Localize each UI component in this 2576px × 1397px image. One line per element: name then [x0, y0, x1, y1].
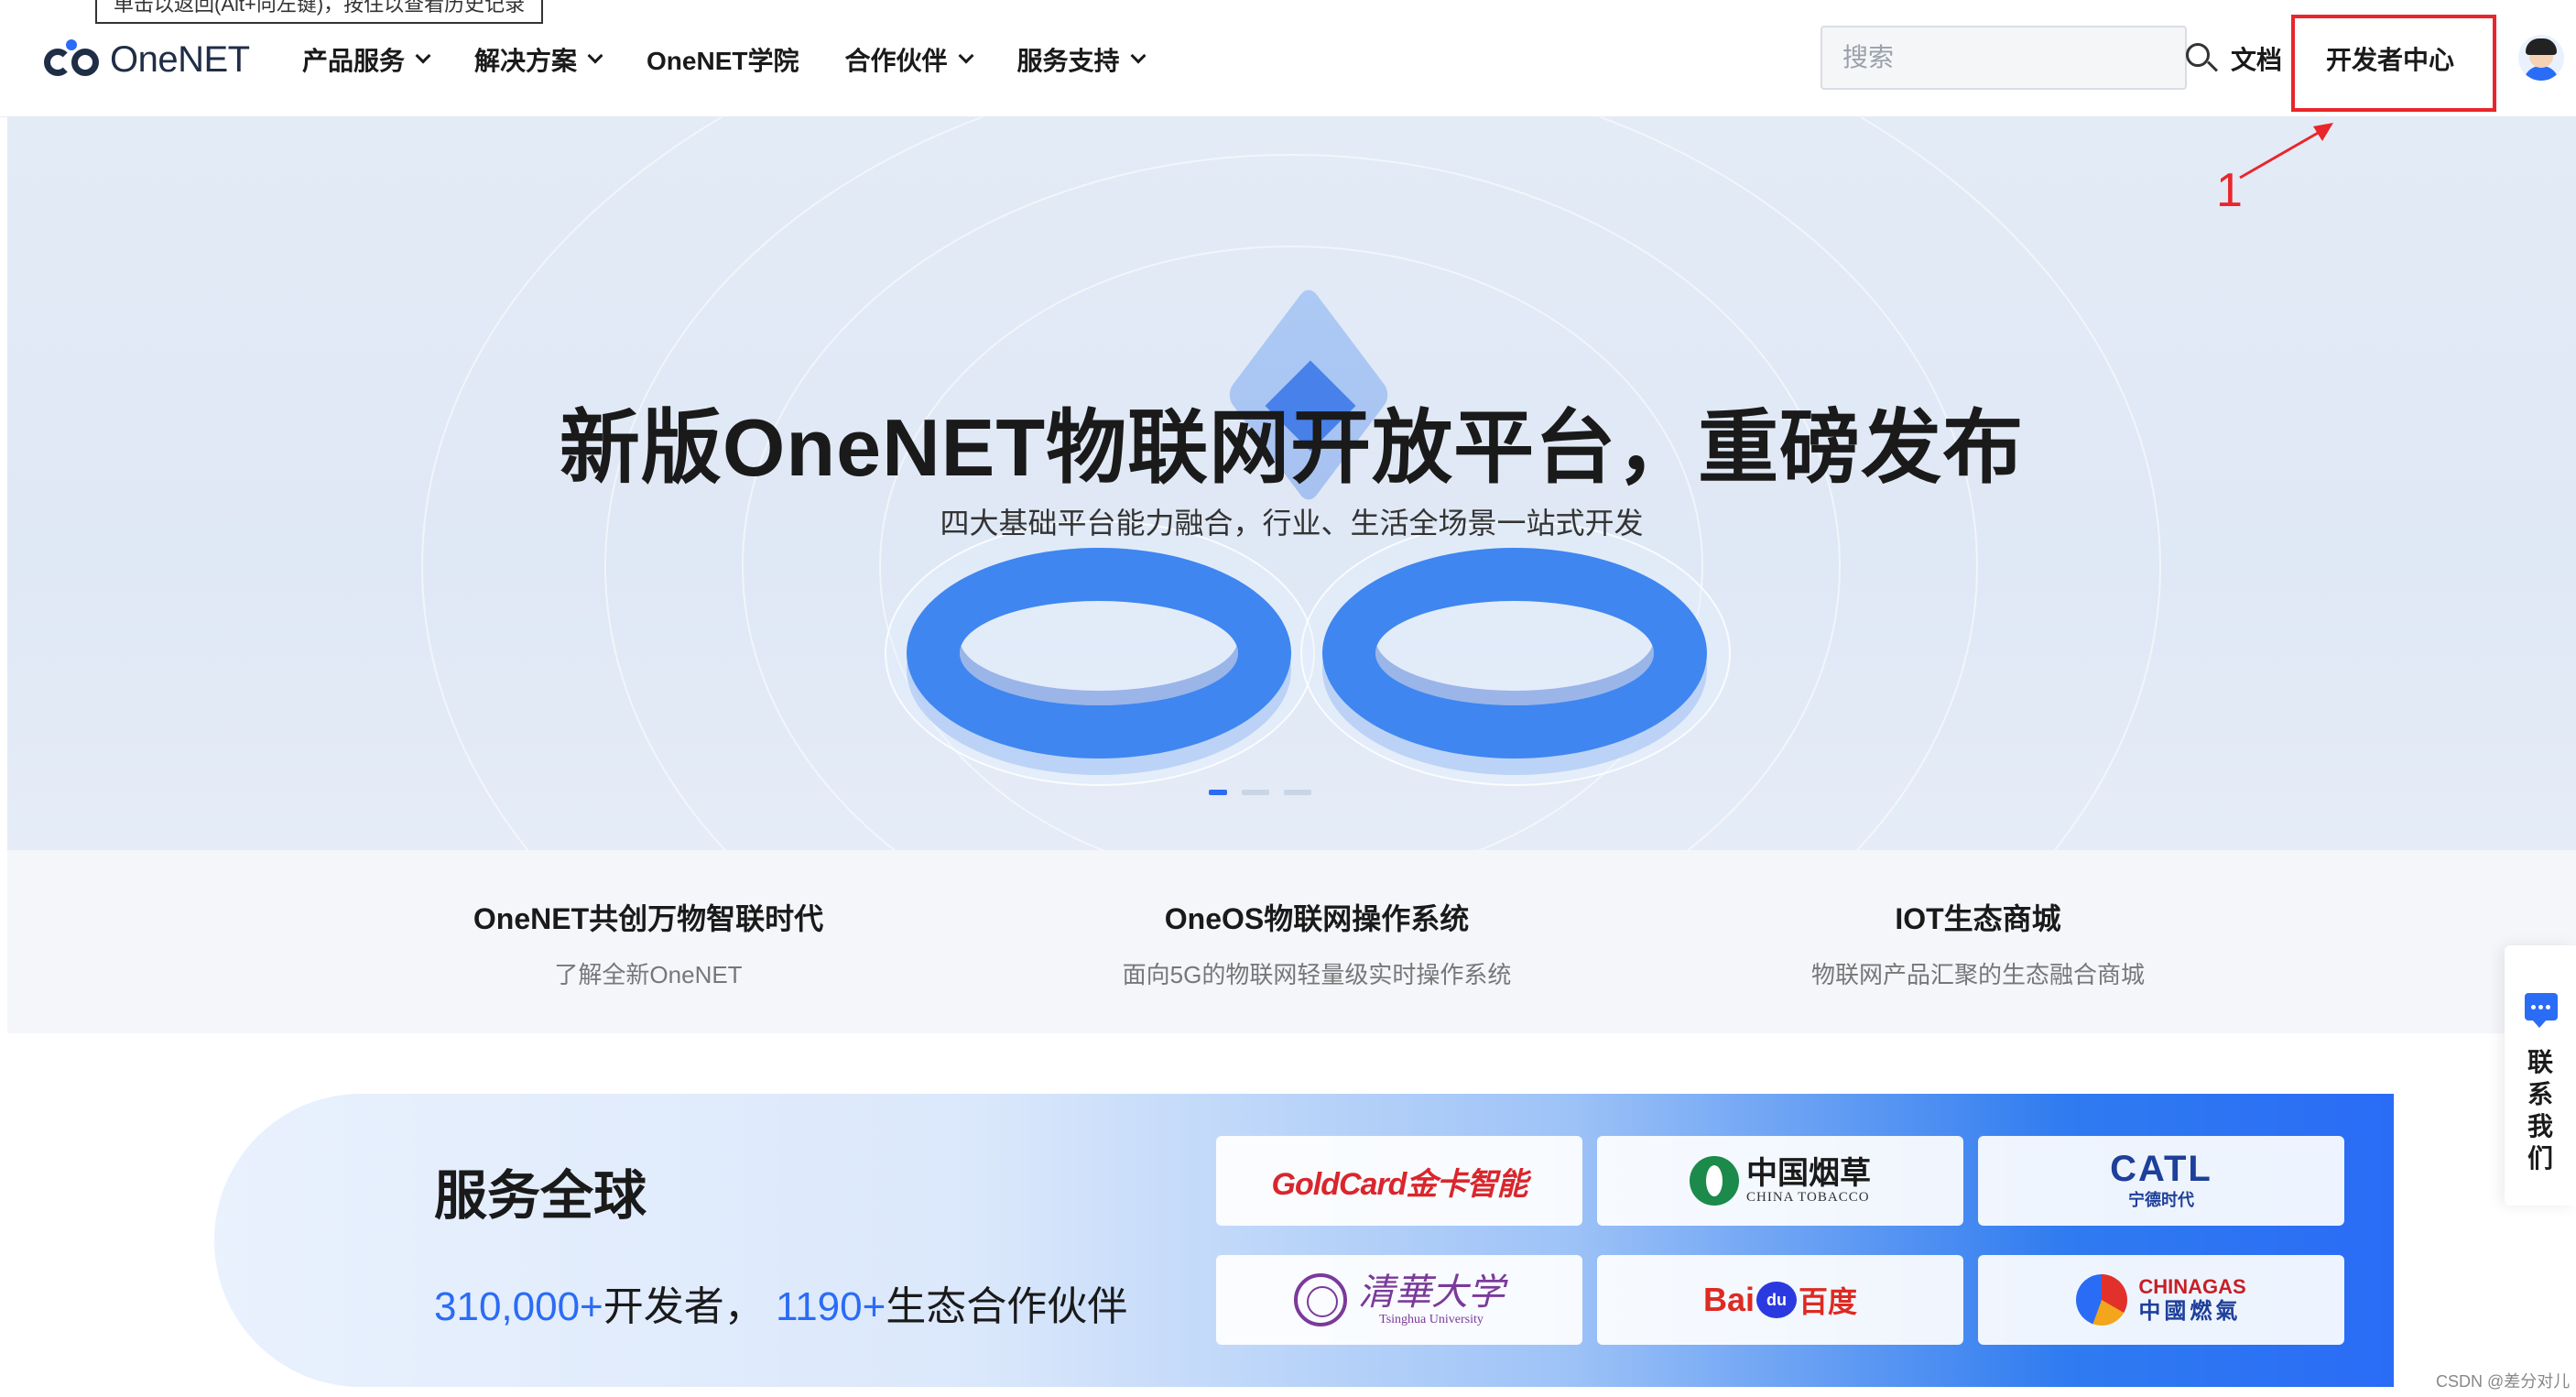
baidu-du: du [1766, 1290, 1787, 1309]
chat-icon [2525, 993, 2558, 1028]
partner-logo-goldcard: GoldCard金卡智能 [1216, 1136, 1582, 1226]
global-title: 服务全球 [434, 1166, 647, 1226]
nav-item-label: 合作伙伴 [844, 47, 948, 75]
nav-item-label: 产品服务 [302, 47, 406, 75]
partner-logo-chinagas: CHINAGAS 中國燃氣 [1978, 1255, 2344, 1345]
nav-item-solutions[interactable]: 解决方案 [474, 41, 603, 78]
hero-title: 新版OneNET物联网开放平台，重磅发布 [559, 402, 2025, 493]
partner-logo-catl: CATL 宁德时代 [1978, 1136, 2344, 1226]
onenet-logo-icon [42, 39, 106, 78]
carousel-dot-3[interactable] [1284, 790, 1311, 795]
nav-item-partners[interactable]: 合作伙伴 [844, 41, 974, 78]
partner-count: 1190+ [775, 1284, 886, 1329]
global-stats: 310,000+开发者， 1190+生态合作伙伴 [434, 1273, 1127, 1332]
nav-item-label: OneNET学院 [647, 47, 799, 75]
contact-us-button[interactable]: 联系我们 [2505, 945, 2576, 1206]
nav-item-products[interactable]: 产品服务 [302, 41, 431, 78]
goldcard-logo-text: GoldCard金卡智能 [1271, 1166, 1528, 1202]
tsinghua-en: Tsinghua University [1379, 1313, 1484, 1326]
partner-logo-china-tobacco: 中国烟草 CHINA TOBACCO [1597, 1136, 1963, 1226]
feature-card-oneos[interactable]: OneOS物联网操作系统 面向5G的物联网轻量级实时操作系统 [1060, 896, 1573, 990]
catl-en: CATL [2110, 1149, 2212, 1189]
baidu-paw-icon: du [1756, 1282, 1797, 1318]
china-tobacco-emblem-icon [1690, 1156, 1739, 1206]
partner-label: 生态合作伙伴 [886, 1284, 1128, 1329]
feature-card-onenet[interactable]: OneNET共创万物智联时代 了解全新OneNET [392, 896, 905, 990]
tobacco-en: CHINA TOBACCO [1746, 1189, 1870, 1205]
feature-desc: 面向5G的物联网轻量级实时操作系统 [1122, 961, 1512, 988]
search-icon[interactable] [2173, 30, 2219, 85]
partner-logo-tsinghua: 清華大学 Tsinghua University [1216, 1255, 1582, 1345]
hero-infinity-right-graphic [1322, 548, 1707, 759]
nav-item-label: 解决方案 [474, 47, 578, 75]
carousel-indicators [1209, 790, 1311, 795]
back-button-tooltip: 单击以返回(Alt+向左键)，按住以查看历史记录 [95, 0, 544, 24]
catl-zh: 宁德时代 [2127, 1191, 2194, 1209]
page-root: 单击以返回(Alt+向左键)，按住以查看历史记录 OneNET 产品服务 解决方… [0, 0, 2576, 1397]
user-avatar[interactable] [2518, 35, 2564, 81]
developer-center-link[interactable]: 开发者中心 [2326, 40, 2454, 77]
chinagas-zh: 中國燃氣 [2138, 1299, 2242, 1324]
feature-card-iot-mall[interactable]: IOT生态商城 物联网产品汇聚的生态融合商城 [1722, 896, 2234, 990]
developer-count: 310,000+ [434, 1284, 603, 1329]
baidu-zh: 百度 [1799, 1285, 1858, 1318]
feature-title: OneNET共创万物智联时代 [473, 902, 824, 935]
main-nav: 产品服务 解决方案 OneNET学院 合作伙伴 服务支持 [302, 37, 1190, 82]
csdn-watermark: CSDN @差分对儿 [2436, 1372, 2571, 1391]
contact-us-label: 联系我们 [2527, 1048, 2553, 1173]
feature-desc: 物联网产品汇聚的生态融合商城 [1810, 961, 2145, 988]
carousel-dot-1[interactable] [1209, 790, 1227, 795]
nav-item-support[interactable]: 服务支持 [1016, 41, 1147, 78]
tsinghua-seal-icon [1294, 1273, 1347, 1326]
nav-item-academy[interactable]: OneNET学院 [647, 41, 799, 78]
annotation-arrow [2239, 123, 2333, 180]
partner-logo-baidu: Bai du 百度 [1597, 1255, 1963, 1345]
logo-text: OneNET [110, 38, 250, 80]
chevron-down-icon [415, 48, 431, 64]
search-input[interactable] [1822, 43, 2173, 72]
chevron-down-icon [1130, 48, 1147, 64]
search-box [1821, 26, 2219, 90]
annotation-number: 1 [2216, 164, 2243, 217]
chevron-down-icon [958, 48, 974, 64]
chinagas-emblem-icon [2076, 1274, 2128, 1326]
hero-banner[interactable]: 新版OneNET物联网开放平台，重磅发布 四大基础平台能力融合，行业、生活全场景… [7, 117, 2576, 850]
feature-strip: OneNET共创万物智联时代 了解全新OneNET OneOS物联网操作系统 面… [7, 850, 2576, 1033]
feature-title: IOT生态商城 [1895, 902, 2061, 935]
docs-link[interactable]: 文档 [2231, 40, 2282, 77]
tsinghua-zh: 清華大学 [1358, 1271, 1505, 1314]
feature-desc: 了解全新OneNET [554, 961, 743, 988]
tobacco-zh: 中国烟草 [1746, 1155, 1871, 1191]
hero-infinity-left-graphic [907, 548, 1291, 759]
chinagas-en: CHINAGAS [2138, 1275, 2246, 1298]
chevron-down-icon [587, 48, 603, 64]
hero-subtitle: 四大基础平台能力融合，行业、生活全场景一站式开发 [940, 507, 1644, 540]
carousel-dot-2[interactable] [1242, 790, 1269, 795]
feature-title: OneOS物联网操作系统 [1164, 902, 1470, 935]
baidu-bai: Bai [1702, 1281, 1755, 1318]
onenet-logo[interactable]: OneNET [42, 37, 250, 82]
nav-item-label: 服务支持 [1016, 47, 1120, 75]
developer-label: 开发者， [603, 1284, 765, 1329]
global-service-banner: 服务全球 310,000+开发者， 1190+生态合作伙伴 GoldCard金卡… [214, 1094, 2394, 1387]
